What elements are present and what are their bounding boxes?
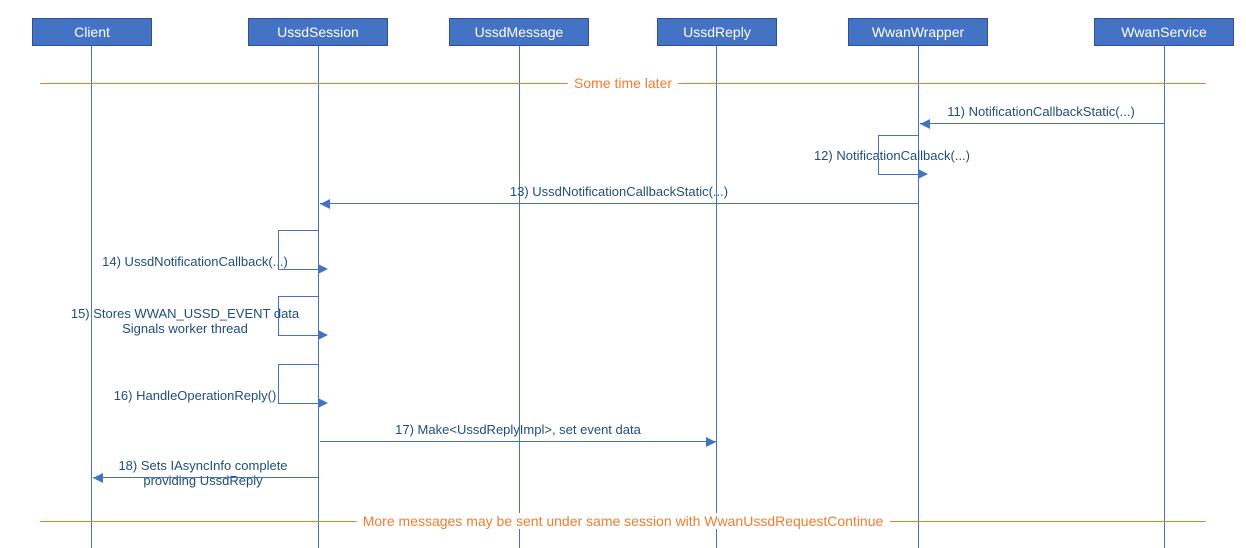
message-15: 15) Stores WWAN_USSD_EVENT data Signals … (60, 306, 310, 336)
self-loop-12 (878, 135, 918, 175)
message-15-line1: 15) Stores WWAN_USSD_EVENT data (60, 306, 310, 321)
arrow-17 (320, 441, 716, 442)
arrow-head-17 (706, 437, 716, 447)
message-15-line2: Signals worker thread (60, 321, 310, 336)
message-16-label: 16) HandleOperationReply() (80, 388, 310, 403)
lifeline-wwanservice (1164, 46, 1165, 548)
lifeline-ussdsession (318, 46, 319, 548)
participant-ussdmessage-label: UssdMessage (475, 24, 564, 40)
participant-client-label: Client (74, 24, 110, 40)
lifeline-wwanwrapper (918, 46, 919, 548)
participant-wwanservice: WwanService (1094, 18, 1234, 46)
arrow-head-11 (920, 119, 930, 129)
message-11-label: 11) NotificationCallbackStatic(...) (918, 104, 1164, 119)
arrow-11 (920, 123, 1164, 124)
message-17: 17) Make<UssdReplyImpl>, set event data (320, 422, 716, 437)
divider-continue-label: More messages may be sent under same ses… (357, 513, 890, 529)
message-11: 11) NotificationCallbackStatic(...) (918, 104, 1164, 119)
divider-continue: More messages may be sent under same ses… (40, 521, 1206, 522)
self-loop-14 (278, 230, 318, 270)
arrow-head-12 (918, 169, 928, 179)
lifeline-ussdreply (716, 46, 717, 548)
message-17-label: 17) Make<UssdReplyImpl>, set event data (320, 422, 716, 437)
participant-ussdmessage: UssdMessage (449, 18, 589, 46)
self-loop-16 (278, 364, 318, 404)
participant-client: Client (32, 18, 152, 46)
message-18: 18) Sets IAsyncInfo complete providing U… (88, 458, 318, 488)
participant-ussdsession: UssdSession (248, 18, 388, 46)
divider-sometime-label: Some time later (568, 75, 678, 91)
participant-wwanwrapper: WwanWrapper (848, 18, 988, 46)
arrow-head-18 (93, 473, 103, 483)
arrow-head-13 (320, 199, 330, 209)
divider-sometime: Some time later (40, 83, 1206, 84)
message-14-label: 14) UssdNotificationCallback(...) (80, 254, 310, 269)
arrow-head-16 (318, 398, 328, 408)
arrow-head-14 (318, 264, 328, 274)
lifeline-ussdmessage (519, 46, 520, 548)
participant-wwanwrapper-label: WwanWrapper (872, 24, 964, 40)
message-13: 13) UssdNotificationCallbackStatic(...) (320, 184, 918, 199)
arrow-18 (93, 477, 318, 478)
arrow-13 (320, 203, 918, 204)
message-12-label: 12) NotificationCallback(...) (700, 148, 970, 163)
self-loop-15 (278, 296, 318, 336)
participant-ussdreply-label: UssdReply (683, 24, 751, 40)
participant-wwanservice-label: WwanService (1121, 24, 1207, 40)
message-13-label: 13) UssdNotificationCallbackStatic(...) (320, 184, 918, 199)
message-18-line2: providing UssdReply (88, 473, 318, 488)
message-18-line1: 18) Sets IAsyncInfo complete (88, 458, 318, 473)
participant-ussdreply: UssdReply (657, 18, 777, 46)
arrow-head-15 (318, 330, 328, 340)
participant-ussdsession-label: UssdSession (277, 24, 359, 40)
